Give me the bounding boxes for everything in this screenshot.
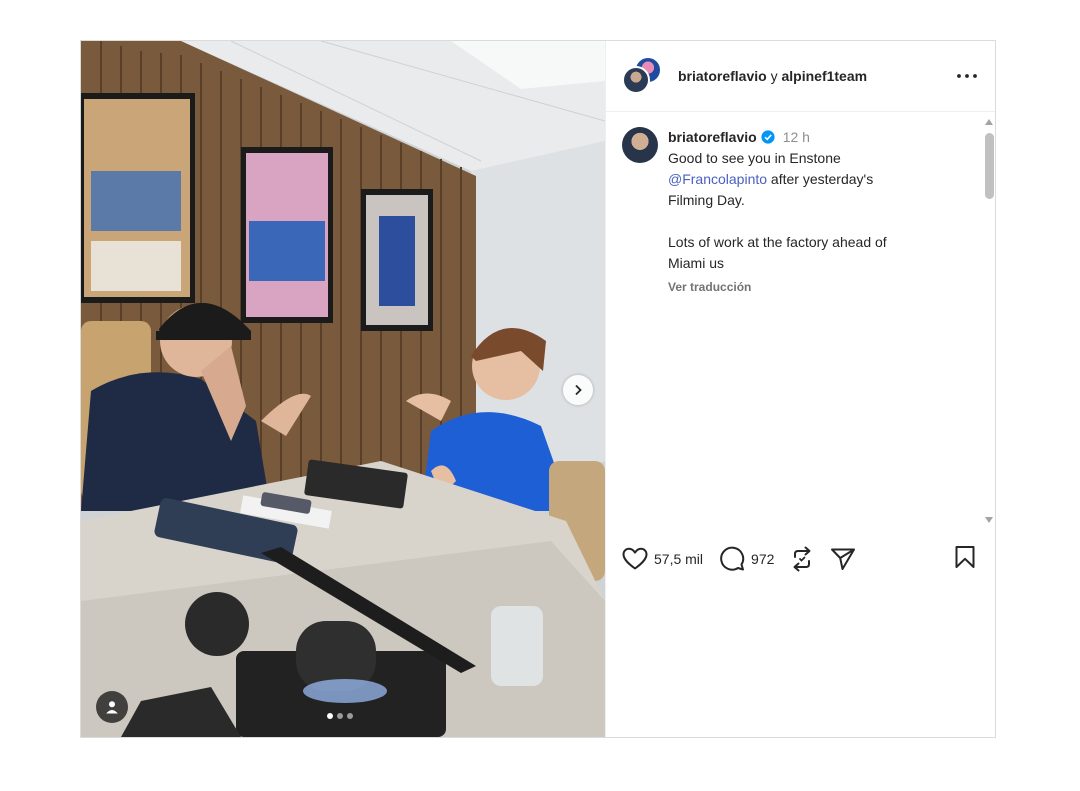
comment-icon: [720, 546, 745, 571]
caption-username[interactable]: briatoreflavio: [668, 129, 757, 145]
avatar[interactable]: [622, 127, 658, 163]
share-icon: [831, 548, 856, 570]
action-bar: 57,5 mil 972: [606, 539, 996, 579]
like-button[interactable]: 57,5 mil: [622, 547, 703, 571]
scroll-up-arrow[interactable]: [985, 119, 993, 125]
scrollbar-thumb[interactable]: [985, 133, 994, 199]
instagram-post: briatoreflavio y alpinef1team briatorefl…: [80, 40, 996, 738]
author-username[interactable]: briatoreflavio: [678, 68, 767, 84]
post-side-panel: briatoreflavio y alpinef1team briatorefl…: [605, 41, 995, 737]
caption-text: Good to see you in Enstone @Francolapint…: [668, 148, 938, 274]
see-translation-link[interactable]: Ver traducción: [668, 277, 938, 298]
caption: briatoreflavio 12 h Good to see you in En…: [668, 127, 938, 521]
comment-count[interactable]: 972: [751, 551, 774, 567]
post-media[interactable]: [81, 41, 605, 737]
post-photo: [81, 41, 605, 737]
carousel-dot: [327, 713, 333, 719]
user-tags-button[interactable]: [96, 691, 128, 723]
carousel-indicator: [327, 713, 353, 719]
post-authors: briatoreflavio y alpinef1team: [678, 68, 867, 84]
collab-avatars[interactable]: [622, 56, 666, 96]
bookmark-icon: [955, 545, 975, 568]
mention-link[interactable]: @Francolapinto: [668, 171, 767, 187]
carousel-dot: [337, 713, 343, 719]
scrollbar[interactable]: [983, 115, 996, 527]
verified-icon: [761, 130, 775, 144]
heart-icon: [622, 547, 648, 570]
collaborator-username[interactable]: alpinef1team: [781, 68, 867, 84]
user-tag-icon: [106, 701, 118, 714]
caption-line-1: Good to see you in Enstone: [668, 150, 841, 166]
more-icon: [957, 74, 977, 78]
avatar[interactable]: [622, 66, 650, 94]
scroll-down-arrow[interactable]: [985, 517, 993, 523]
post-header: briatoreflavio y alpinef1team: [606, 41, 995, 112]
more-options-button[interactable]: [955, 64, 979, 88]
carousel-dot: [347, 713, 353, 719]
comment-button[interactable]: 972: [719, 546, 774, 572]
like-count[interactable]: 57,5 mil: [654, 551, 703, 567]
caption-area: briatoreflavio 12 h Good to see you in En…: [606, 113, 982, 521]
share-button[interactable]: [830, 547, 856, 571]
authors-connector: y: [766, 68, 782, 84]
chevron-right-icon: [575, 384, 582, 396]
save-button[interactable]: [954, 545, 976, 574]
post-time[interactable]: 12 h: [783, 129, 810, 145]
repost-button[interactable]: [790, 546, 814, 572]
next-image-button[interactable]: [563, 375, 593, 405]
repost-icon: [793, 546, 811, 572]
